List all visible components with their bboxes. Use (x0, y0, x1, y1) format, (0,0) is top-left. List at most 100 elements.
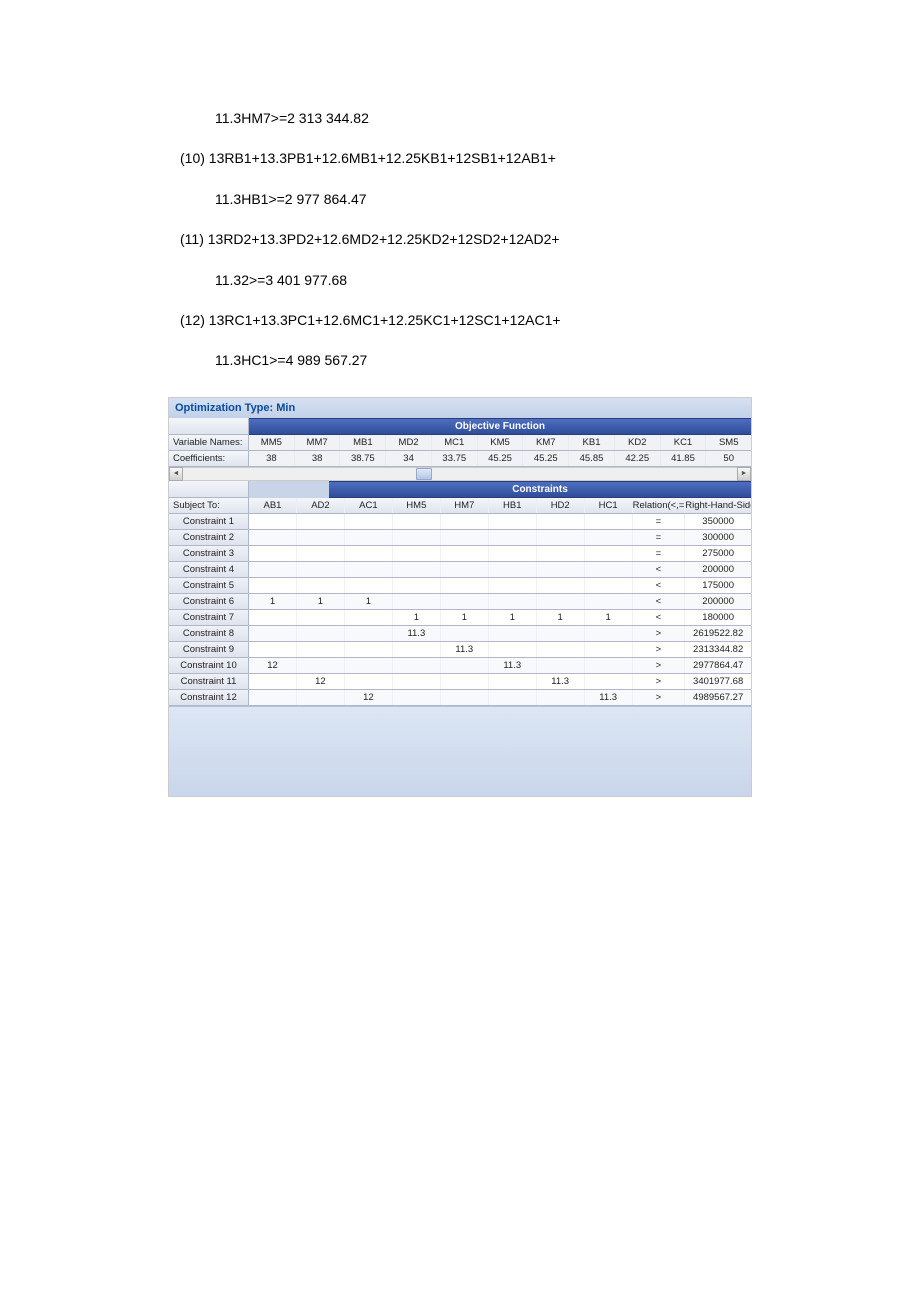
constraint-cell[interactable] (393, 514, 441, 529)
constraint-var-header[interactable]: AD2 (297, 498, 345, 513)
constraint-cell[interactable] (537, 514, 585, 529)
coefficient-cell[interactable]: 45.85 (569, 451, 615, 466)
coefficient-cell[interactable]: 45.25 (523, 451, 569, 466)
constraint-cell[interactable] (297, 610, 345, 625)
relation-cell[interactable]: > (633, 642, 686, 657)
constraint-cell[interactable]: 1 (393, 610, 441, 625)
constraint-cell[interactable] (297, 642, 345, 657)
constraint-cell[interactable] (249, 514, 297, 529)
constraint-cell[interactable] (393, 594, 441, 609)
rhs-cell[interactable]: 2619522.82 (685, 626, 751, 641)
constraint-cell[interactable] (585, 626, 633, 641)
constraint-cell[interactable] (585, 578, 633, 593)
scroll-right-icon[interactable]: ► (737, 467, 751, 481)
relation-cell[interactable]: < (633, 562, 686, 577)
constraint-cell[interactable]: 1 (441, 610, 489, 625)
variable-name-cell[interactable]: MM7 (295, 435, 341, 450)
rhs-cell[interactable]: 175000 (685, 578, 751, 593)
constraint-cell[interactable] (249, 530, 297, 545)
constraint-cell[interactable] (489, 562, 537, 577)
scroll-left-icon[interactable]: ◄ (169, 467, 183, 481)
constraint-cell[interactable] (441, 594, 489, 609)
constraint-cell[interactable] (537, 594, 585, 609)
constraint-cell[interactable] (489, 514, 537, 529)
constraint-cell[interactable]: 12 (249, 658, 297, 673)
constraint-cell[interactable] (393, 642, 441, 657)
constraint-cell[interactable] (345, 674, 393, 689)
coefficient-cell[interactable]: 45.25 (478, 451, 524, 466)
constraint-cell[interactable]: 1 (345, 594, 393, 609)
rhs-cell[interactable]: 2313344.82 (685, 642, 751, 657)
constraint-cell[interactable] (441, 514, 489, 529)
coefficient-cell[interactable]: 38.75 (340, 451, 386, 466)
constraint-cell[interactable] (297, 690, 345, 705)
constraint-cell[interactable] (345, 610, 393, 625)
constraint-cell[interactable]: 12 (345, 690, 393, 705)
constraint-cell[interactable] (537, 578, 585, 593)
constraint-cell[interactable] (441, 690, 489, 705)
constraint-cell[interactable] (345, 658, 393, 673)
constraint-var-header[interactable]: HM5 (393, 498, 441, 513)
rhs-cell[interactable]: 200000 (685, 562, 751, 577)
constraint-cell[interactable] (249, 562, 297, 577)
constraint-cell[interactable] (345, 562, 393, 577)
variable-name-cell[interactable]: SM5 (706, 435, 751, 450)
constraint-cell[interactable] (489, 578, 537, 593)
constraint-cell[interactable] (585, 546, 633, 561)
constraint-cell[interactable] (537, 642, 585, 657)
constraint-cell[interactable] (249, 546, 297, 561)
constraint-cell[interactable] (249, 690, 297, 705)
constraint-cell[interactable] (393, 674, 441, 689)
constraint-cell[interactable] (297, 658, 345, 673)
constraint-cell[interactable] (537, 530, 585, 545)
constraint-var-header[interactable]: AC1 (345, 498, 393, 513)
constraint-cell[interactable] (393, 658, 441, 673)
constraint-cell[interactable] (441, 562, 489, 577)
constraint-cell[interactable]: 1 (537, 610, 585, 625)
constraint-cell[interactable] (297, 578, 345, 593)
constraint-cell[interactable] (297, 530, 345, 545)
constraint-cell[interactable] (249, 642, 297, 657)
constraint-cell[interactable] (585, 514, 633, 529)
constraint-var-header[interactable]: AB1 (249, 498, 297, 513)
constraint-cell[interactable] (489, 594, 537, 609)
constraint-cell[interactable] (537, 658, 585, 673)
scrollbar-track[interactable] (183, 468, 737, 480)
constraint-cell[interactable] (345, 546, 393, 561)
relation-cell[interactable]: = (633, 514, 686, 529)
constraint-var-header[interactable]: HB1 (489, 498, 537, 513)
rhs-cell[interactable]: 350000 (685, 514, 751, 529)
constraint-cell[interactable] (393, 546, 441, 561)
coefficient-cell[interactable]: 38 (249, 451, 295, 466)
variable-name-cell[interactable]: KC1 (661, 435, 707, 450)
constraint-cell[interactable]: 12 (297, 674, 345, 689)
constraint-cell[interactable] (249, 626, 297, 641)
constraint-cell[interactable] (585, 674, 633, 689)
relation-cell[interactable]: > (633, 626, 686, 641)
constraint-cell[interactable] (537, 626, 585, 641)
constraint-cell[interactable] (585, 658, 633, 673)
constraint-cell[interactable] (585, 562, 633, 577)
horizontal-scrollbar[interactable]: ◄ ► (169, 467, 751, 481)
constraint-cell[interactable]: 1 (249, 594, 297, 609)
relation-cell[interactable]: > (633, 674, 686, 689)
variable-name-cell[interactable]: MM5 (249, 435, 295, 450)
coefficient-cell[interactable]: 41.85 (661, 451, 707, 466)
constraint-cell[interactable]: 1 (489, 610, 537, 625)
coefficient-cell[interactable]: 50 (706, 451, 751, 466)
rhs-cell[interactable]: 300000 (685, 530, 751, 545)
constraint-cell[interactable] (393, 690, 441, 705)
constraint-cell[interactable] (393, 530, 441, 545)
constraint-cell[interactable] (393, 562, 441, 577)
constraint-cell[interactable] (441, 674, 489, 689)
relation-cell[interactable]: > (633, 690, 686, 705)
constraint-var-header[interactable]: HD2 (537, 498, 585, 513)
constraint-cell[interactable]: 11.3 (441, 642, 489, 657)
rhs-cell[interactable]: 180000 (685, 610, 751, 625)
relation-cell[interactable]: = (633, 546, 686, 561)
relation-cell[interactable]: < (633, 610, 686, 625)
constraint-cell[interactable] (537, 690, 585, 705)
constraint-cell[interactable] (441, 626, 489, 641)
constraint-cell[interactable]: 1 (297, 594, 345, 609)
relation-cell[interactable]: > (633, 658, 686, 673)
